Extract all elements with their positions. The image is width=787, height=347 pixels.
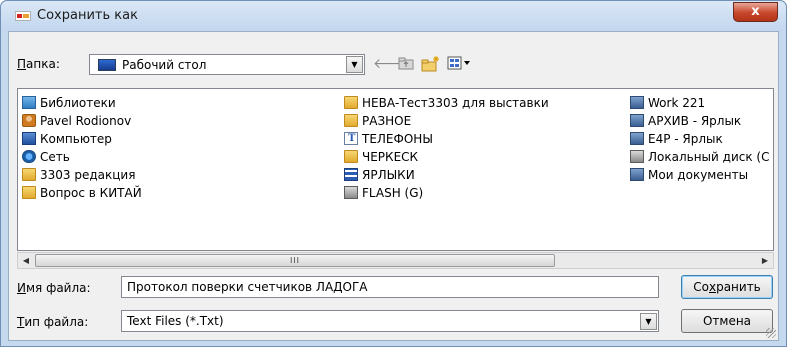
network-icon (22, 150, 36, 163)
view-menu-icon[interactable] (447, 55, 473, 73)
library-icon (22, 96, 36, 109)
folder-dropdown-value: Рабочий стол (122, 58, 207, 72)
list-item[interactable]: Work 221 (630, 94, 769, 112)
folder-icon (22, 168, 36, 181)
computer-icon (22, 132, 36, 145)
up-folder-icon[interactable] (397, 55, 415, 73)
file-list-column-2: НЕВА-Тест3303 для выставки РАЗНОЕ ТЕЛЕФО… (344, 94, 549, 202)
shortcut-icon (630, 132, 644, 145)
list-item[interactable]: ЯРЛЫКИ (344, 166, 549, 184)
list-item[interactable]: АРХИВ - Ярлык (630, 112, 769, 130)
list-item[interactable]: Pavel Rodionov (22, 112, 142, 130)
cancel-button[interactable]: Отмена (681, 309, 773, 333)
title-bar[interactable]: Сохранить как x (1, 1, 786, 31)
save-button[interactable]: Сохранить (681, 275, 773, 299)
folder-icon (344, 96, 358, 109)
list-item[interactable]: Е4Р - Ярлык (630, 130, 769, 148)
resize-grip[interactable] (766, 328, 776, 338)
filename-input[interactable]: Протокол поверки счетчиков ЛАДОГА (121, 276, 659, 298)
list-item[interactable]: Вопрос в КИТАЙ (22, 184, 142, 202)
list-item[interactable]: Мои документы (630, 166, 769, 184)
file-list-column-3: Work 221 АРХИВ - Ярлык Е4Р - Ярлык Локал… (630, 94, 769, 184)
file-list[interactable]: Библиотеки Pavel Rodionov Компьютер Сеть… (17, 88, 774, 251)
list-item[interactable]: Библиотеки (22, 94, 142, 112)
filetype-dropdown-value: Text Files (*.Txt) (127, 314, 224, 328)
filetype-label: Тип файла: (17, 315, 89, 329)
chevron-down-icon[interactable]: ▼ (640, 313, 657, 330)
folder-dropdown[interactable]: Рабочий стол ▼ (89, 54, 365, 75)
list-item[interactable]: ЧЕРКЕСК (344, 148, 549, 166)
filetype-dropdown[interactable]: Text Files (*.Txt) ▼ (121, 310, 659, 332)
close-button[interactable]: x (733, 2, 778, 22)
grid-icon (344, 168, 358, 181)
list-item[interactable]: ТЕЛЕФОНЫ (344, 130, 549, 148)
shortcut-icon (630, 114, 644, 127)
app-icon (15, 11, 31, 21)
drive-icon (630, 150, 644, 163)
back-arrow-icon[interactable]: 🡐 (373, 55, 411, 73)
new-folder-icon[interactable] (421, 55, 441, 73)
shortcut-icon (630, 168, 644, 181)
scrollbar-thumb[interactable]: III (35, 254, 555, 267)
scroll-right-icon[interactable]: ▶ (757, 253, 773, 268)
folder-label: Папка: (17, 57, 60, 71)
drive-icon (344, 186, 358, 199)
text-document-icon (344, 130, 358, 148)
chevron-down-icon[interactable]: ▼ (346, 56, 363, 73)
list-item[interactable]: РАЗНОЕ (344, 112, 549, 130)
list-item[interactable]: Локальный диск (С (630, 148, 769, 166)
folder-icon (344, 114, 358, 127)
dialog-body: Папка: Рабочий стол ▼ 🡐 Библиотеки Pavel… (8, 31, 779, 341)
list-item[interactable]: FLASH (G) (344, 184, 549, 202)
desktop-icon (98, 59, 116, 71)
folder-icon (344, 150, 358, 163)
horizontal-scrollbar[interactable]: ◀ III ▶ (17, 252, 774, 269)
user-folder-icon (22, 114, 36, 127)
list-item[interactable]: 3303 редакция (22, 166, 142, 184)
scroll-left-icon[interactable]: ◀ (18, 253, 34, 268)
file-list-column-1: Библиотеки Pavel Rodionov Компьютер Сеть… (22, 94, 142, 202)
shortcut-icon (630, 96, 644, 109)
save-as-dialog: Сохранить как x Папка: Рабочий стол ▼ 🡐 … (0, 0, 787, 347)
list-item[interactable]: НЕВА-Тест3303 для выставки (344, 94, 549, 112)
list-item[interactable]: Сеть (22, 148, 142, 166)
folder-icon (22, 186, 36, 199)
list-item[interactable]: Компьютер (22, 130, 142, 148)
filename-label: Имя файла: (17, 281, 91, 295)
window-title: Сохранить как (37, 8, 138, 23)
